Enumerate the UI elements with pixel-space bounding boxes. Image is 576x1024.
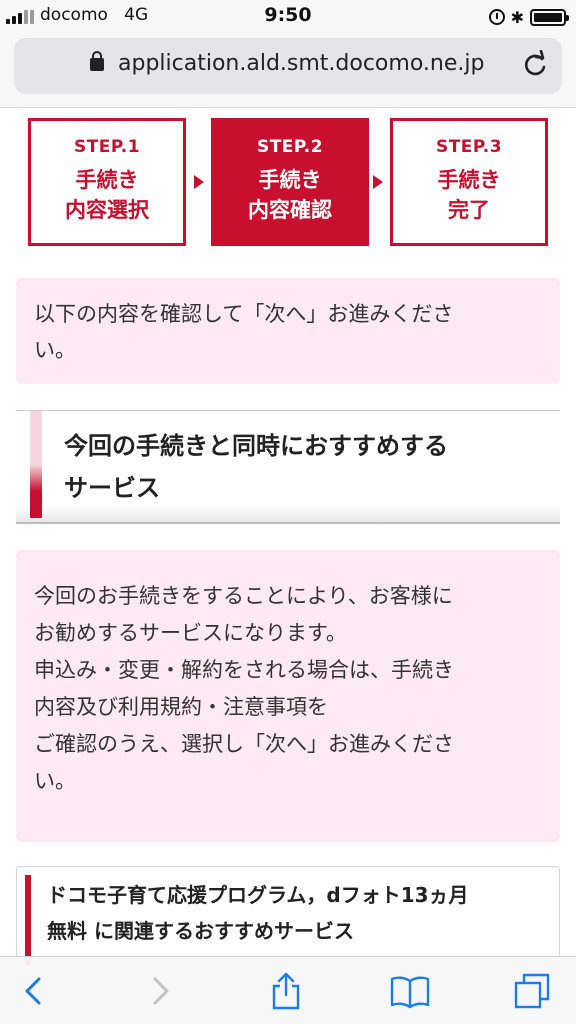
status-bar: docomo 4G 9:50 ✱ bbox=[0, 0, 576, 34]
step-name: 手続き 内容選択 bbox=[65, 168, 149, 222]
alarm-icon bbox=[488, 9, 505, 25]
lock-icon bbox=[90, 51, 104, 71]
card-accent-bar bbox=[25, 875, 31, 965]
step-arrow-icon bbox=[194, 175, 204, 189]
card-title: ドコモ子育て応援プログラム，dフォト13ヵ月 無料 に関連するおすすめサービス bbox=[47, 883, 469, 943]
bookmarks-icon[interactable] bbox=[390, 971, 430, 1011]
step-label: STEP.3 bbox=[435, 137, 503, 157]
recommended-service-card[interactable]: ドコモ子育て応援プログラム，dフォト13ヵ月 無料 に関連するおすすめサービス bbox=[16, 866, 560, 966]
step-arrow-icon bbox=[373, 175, 383, 189]
step-label: STEP.2 bbox=[256, 137, 324, 157]
heading-accent-bar bbox=[30, 411, 42, 518]
battery-icon bbox=[530, 8, 569, 26]
step-2-current: STEP.2 手続き 内容確認 bbox=[211, 118, 369, 246]
confirmation-notice: 以下の内容を確認して「次へ」お進みくださ い。 bbox=[16, 278, 560, 384]
step-1: STEP.1 手続き 内容選択 bbox=[28, 118, 186, 246]
address-bar[interactable]: application.ald.smt.docomo.ne.jp bbox=[14, 38, 562, 94]
recommendation-description: 今回のお手続きをすることにより、お客様に お勧めするサービスになります。 申込み… bbox=[16, 550, 560, 842]
reload-icon[interactable] bbox=[520, 49, 550, 80]
tabs-icon[interactable] bbox=[512, 971, 552, 1011]
url-text[interactable]: application.ald.smt.docomo.ne.jp bbox=[118, 51, 484, 76]
step-name: 手続き 内容確認 bbox=[248, 168, 332, 222]
share-icon[interactable] bbox=[266, 971, 306, 1011]
step-3: STEP.3 手続き 完了 bbox=[390, 118, 548, 246]
step-name: 手続き 完了 bbox=[437, 168, 501, 222]
step-label: STEP.1 bbox=[73, 137, 141, 157]
step-indicator: STEP.1 手続き 内容選択 STEP.2 手続き 内容確認 STEP.3 手続き… bbox=[28, 118, 548, 246]
bluetooth-icon: ✱ bbox=[510, 7, 524, 27]
back-icon[interactable] bbox=[14, 971, 54, 1011]
section-title: 今回の手続きと同時におすすめする サービス bbox=[64, 432, 448, 502]
browser-toolbar bbox=[0, 956, 576, 1024]
section-heading: 今回の手続きと同時におすすめする サービス bbox=[16, 410, 560, 524]
forward-icon[interactable] bbox=[140, 971, 180, 1011]
browser-address-area: application.ald.smt.docomo.ne.jp bbox=[0, 34, 576, 108]
